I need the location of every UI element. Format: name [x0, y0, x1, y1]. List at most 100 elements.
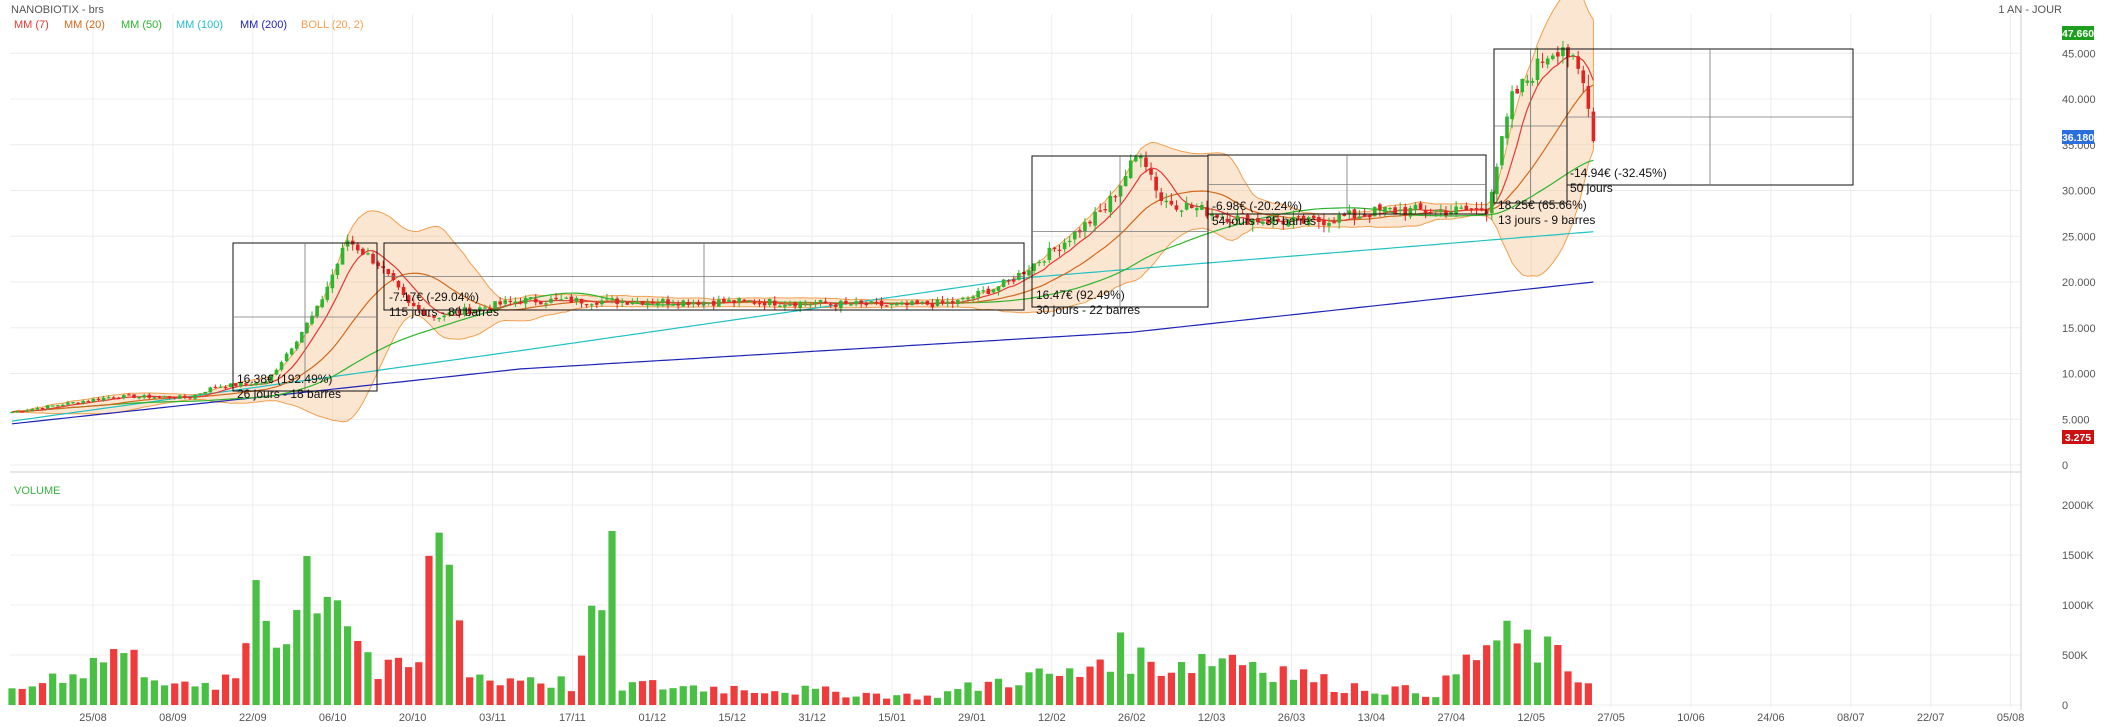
candle-body — [1159, 192, 1164, 201]
volume-bar — [1279, 666, 1287, 705]
candle-body — [711, 300, 716, 306]
candle-body — [81, 401, 85, 404]
x-tick-label: 22/07 — [1917, 712, 1945, 724]
candle-body — [178, 395, 182, 399]
candle-body — [579, 298, 584, 304]
candle-body — [396, 280, 401, 288]
volume-bar — [496, 685, 504, 705]
candle-body — [1118, 185, 1123, 197]
candle-body — [1037, 261, 1041, 264]
volume-bar — [1045, 673, 1053, 705]
volume-bar — [710, 686, 718, 705]
x-tick-label: 22/09 — [239, 712, 267, 724]
volume-bar — [557, 676, 565, 705]
volume-bar — [1299, 669, 1308, 705]
candle-body — [589, 304, 594, 306]
volume-bar — [1483, 645, 1491, 705]
volume-bar — [242, 643, 250, 705]
candle-body — [1103, 209, 1108, 211]
candle-body — [884, 305, 889, 307]
volume-bar — [415, 662, 423, 705]
volume-bar — [252, 580, 260, 705]
volume-bar — [211, 689, 219, 705]
candle-body — [1195, 208, 1199, 211]
x-tick-label: 01/12 — [639, 712, 667, 724]
candle-body — [1464, 205, 1469, 210]
candle-body — [45, 405, 50, 409]
candle-body — [1556, 52, 1560, 57]
volume-bar — [994, 678, 1003, 705]
candle-body — [666, 299, 670, 305]
candle-body — [508, 300, 513, 302]
candle-body — [1586, 85, 1591, 109]
x-tick-label: 05/08 — [1997, 712, 2025, 724]
candle-body — [193, 394, 197, 399]
candle-body — [681, 300, 686, 307]
chart-title: NANOBIOTIX - brs — [11, 4, 104, 16]
candle-body — [1317, 216, 1321, 223]
candle-body — [320, 299, 324, 308]
x-tick-label: 03/11 — [479, 712, 506, 724]
volume-bar — [466, 677, 474, 705]
candle-body — [1459, 207, 1464, 209]
x-tick-label: 31/12 — [798, 712, 826, 724]
measure-duration-label: 50 jours — [1570, 181, 1613, 195]
x-tick-label: 26/03 — [1278, 712, 1306, 724]
candle-body — [956, 300, 960, 305]
legend-item: MM (100) — [176, 19, 223, 31]
candle-body — [1372, 206, 1377, 217]
candle-body — [655, 302, 660, 305]
volume-bar — [1086, 666, 1094, 705]
candle-body — [717, 299, 721, 307]
volume-bar — [1218, 658, 1226, 705]
volume-bar — [1554, 645, 1562, 705]
candle-body — [1530, 80, 1535, 83]
candle-body — [605, 298, 609, 300]
price-tick-label: 10.000 — [2062, 369, 2096, 381]
candle-body — [635, 301, 640, 303]
candle-body — [762, 301, 767, 306]
x-tick-label: 27/05 — [1597, 712, 1625, 724]
volume-bar — [1320, 674, 1328, 705]
x-tick-label: 25/08 — [79, 712, 107, 724]
candle-body — [1474, 208, 1479, 210]
volume-bar — [598, 610, 606, 705]
candle-body — [772, 300, 777, 306]
candle-body — [991, 289, 996, 293]
candle-body — [284, 353, 289, 362]
candle-body — [798, 302, 802, 309]
candle-body — [386, 268, 391, 275]
candle-body — [1489, 191, 1494, 214]
volume-bar — [1564, 671, 1572, 705]
volume-bar — [303, 556, 311, 705]
x-tick-label: 27/04 — [1438, 712, 1466, 724]
candle-body — [864, 302, 869, 306]
period-label[interactable]: 1 AN - JOUR — [1998, 4, 2062, 16]
volume-bar — [944, 691, 952, 705]
candle-body — [1545, 58, 1550, 65]
candle-body — [223, 387, 228, 389]
volume-bar — [750, 692, 759, 705]
candle-body — [162, 396, 167, 398]
x-tick-label: 26/02 — [1118, 712, 1146, 724]
candle-body — [737, 298, 741, 303]
candle-body — [1164, 200, 1169, 203]
volume-bar — [547, 687, 555, 705]
volume-bar — [862, 692, 870, 705]
candle-body — [1393, 207, 1397, 214]
measure-duration-label: 115 jours - 80 barres — [389, 305, 499, 319]
volume-bar — [1442, 675, 1450, 705]
volume-bar — [374, 679, 382, 705]
candle-body — [1520, 79, 1525, 93]
candle-body — [1367, 214, 1372, 218]
candle-body — [1011, 279, 1016, 282]
volume-bar — [1452, 674, 1460, 705]
candle-body — [1515, 88, 1519, 94]
volume-bar — [1228, 654, 1236, 705]
candle-body — [1032, 263, 1036, 271]
candle-body — [142, 395, 147, 398]
candle-body — [315, 305, 319, 317]
volume-bar — [354, 640, 362, 705]
candle-body — [1128, 160, 1133, 179]
volume-bar — [852, 696, 860, 705]
